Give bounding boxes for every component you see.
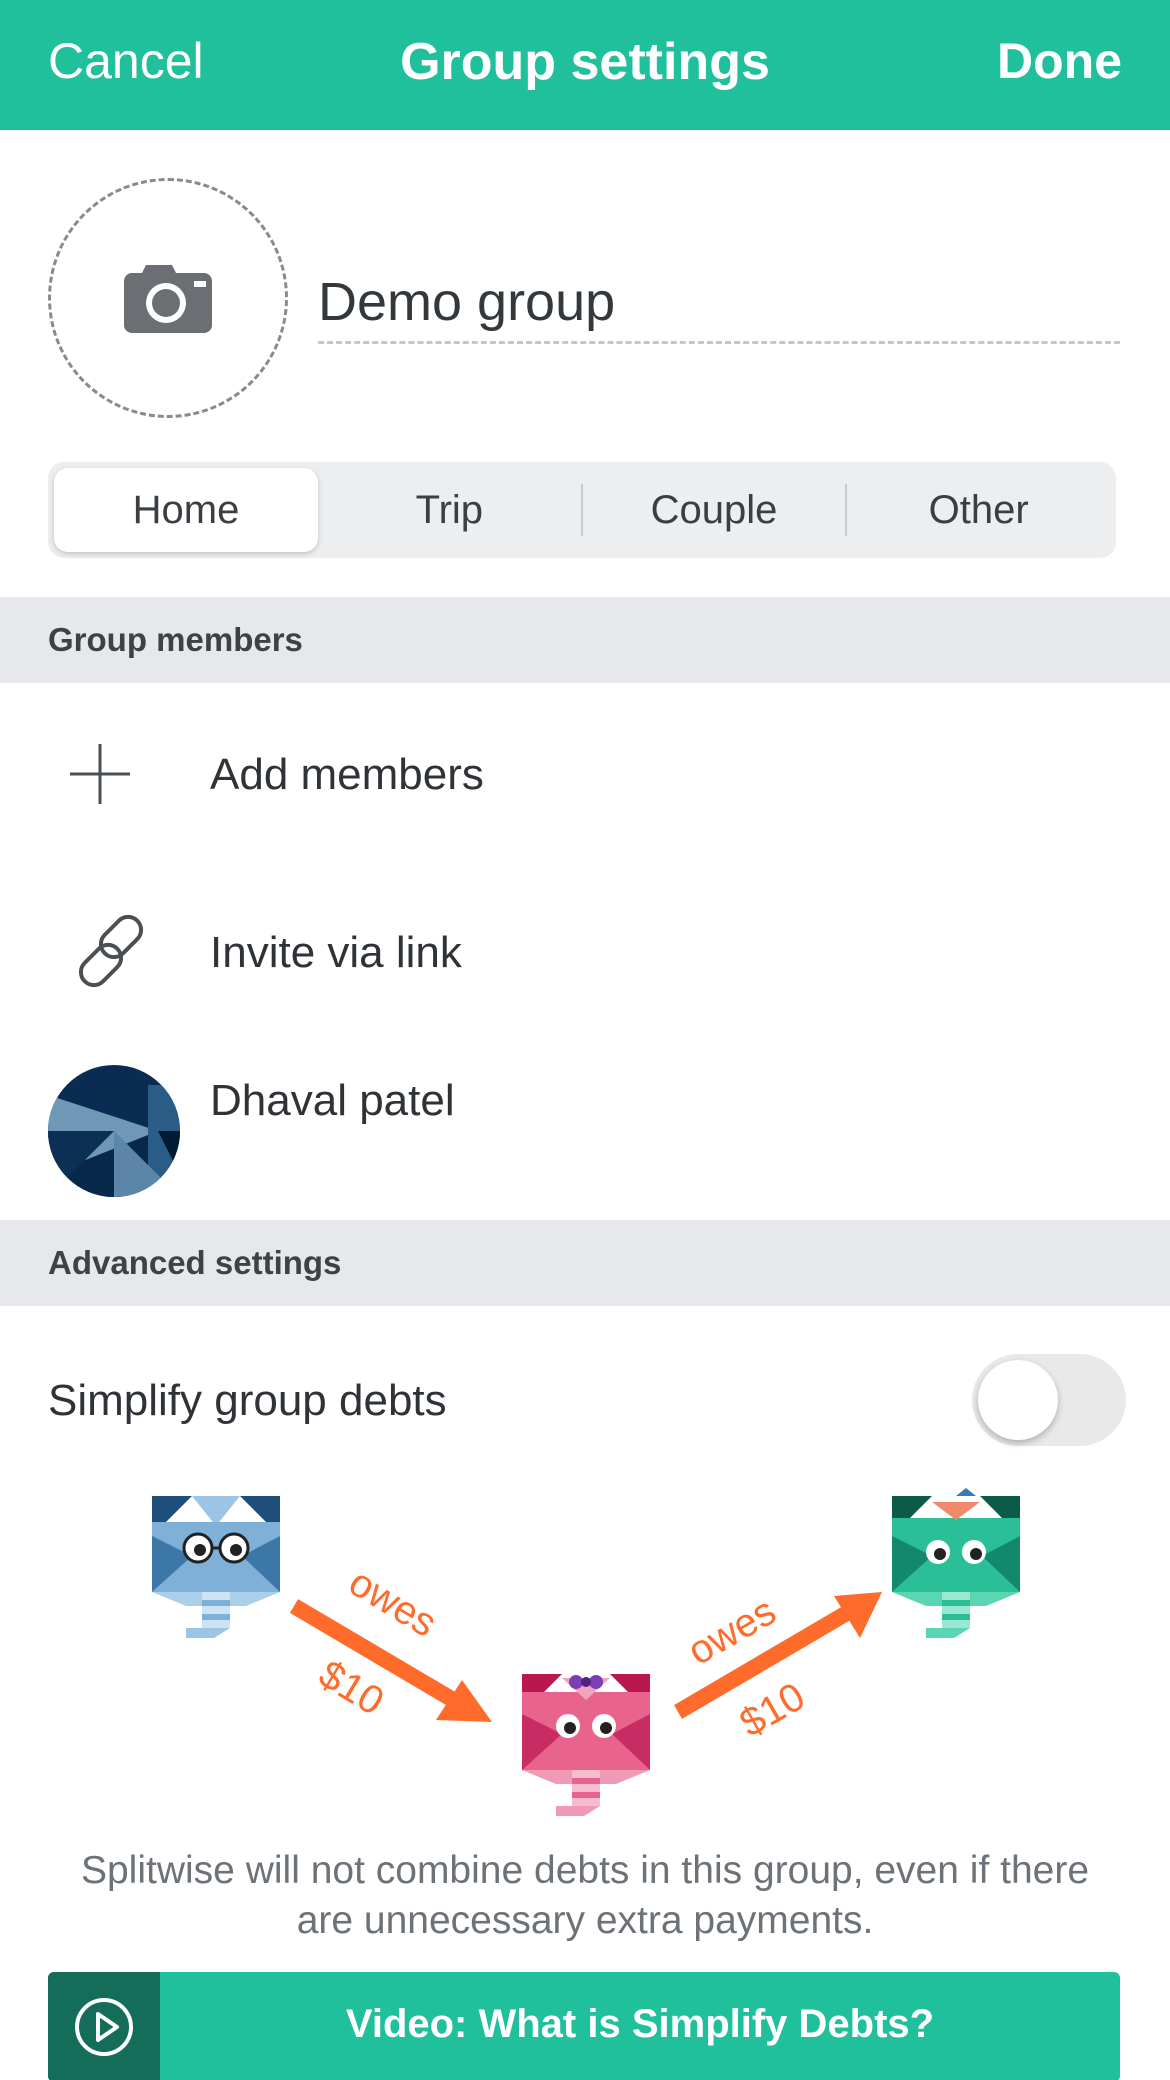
section-title: Advanced settings [48,1244,342,1281]
group-type-selector: Home Trip Couple Other [48,462,1116,558]
avatar [48,1065,180,1197]
group-photo-picker[interactable] [48,178,288,418]
link-icon [78,914,144,988]
play-icon-container [48,1972,160,2080]
group-name-input[interactable] [318,262,1120,344]
done-button[interactable]: Done [997,32,1122,90]
simplify-debts-label: Simplify group debts [48,1376,447,1425]
add-members-row[interactable]: Add members [0,700,1170,848]
cancel-button[interactable]: Cancel [48,32,204,90]
owes-label-left: owes [341,1560,444,1646]
amount-label-right: $10 [733,1674,813,1745]
simplify-debts-illustration: owes $10 owes $10 [152,1488,1020,1816]
pink-elephant-icon [522,1674,650,1816]
simplify-debts-explanation: Splitwise will not combine debts in this… [80,1849,1090,1942]
simplify-debts-toggle[interactable] [972,1354,1126,1446]
plus-icon [70,744,130,804]
group-members-header: Group members [0,597,1170,683]
video-button-label: Video: What is Simplify Debts? [345,2002,935,2046]
group-type-trip[interactable]: Trip [318,468,581,552]
invite-via-link-row[interactable]: Invite via link [0,880,1170,1028]
member-name: Dhaval patel [210,1076,455,1125]
group-type-other[interactable]: Other [847,468,1110,552]
advanced-settings-header: Advanced settings [0,1220,1170,1306]
section-title: Group members [48,621,303,658]
simplify-debts-video-button[interactable]: Video: What is Simplify Debts? [48,1972,1120,2080]
green-elephant-icon [892,1488,1020,1638]
top-bar: Cancel Group settings Done [0,0,1170,130]
invite-via-link-label: Invite via link [210,928,462,977]
add-members-label: Add members [210,750,484,799]
toggle-knob [978,1360,1058,1440]
group-type-couple[interactable]: Couple [583,468,846,552]
camera-icon [124,265,212,333]
blue-elephant-icon [152,1496,280,1638]
group-type-home[interactable]: Home [54,468,318,552]
play-icon [75,1998,133,2056]
